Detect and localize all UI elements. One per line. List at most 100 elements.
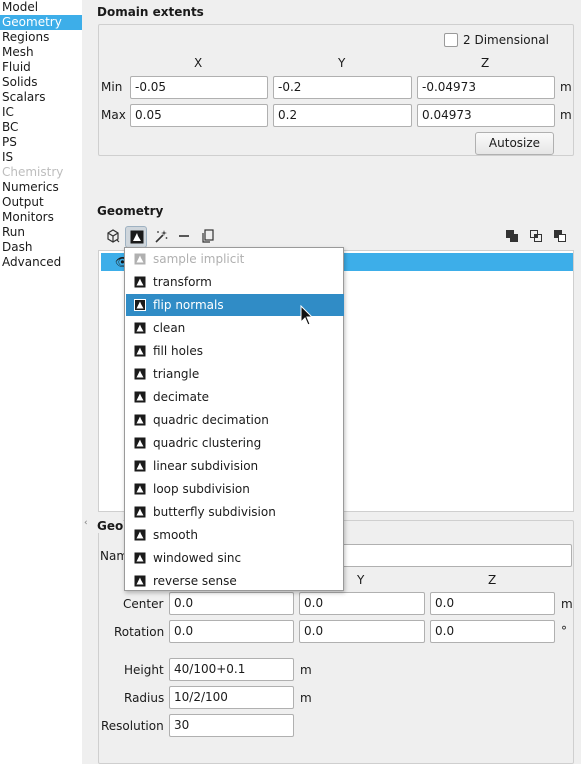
filter-icon xyxy=(134,437,146,449)
wand-button[interactable] xyxy=(150,226,172,248)
nav-item-fluid[interactable]: Fluid xyxy=(0,60,82,75)
menu-item-label: quadric clustering xyxy=(153,436,262,450)
menu-item-quadric-decimation[interactable]: quadric decimation xyxy=(126,409,344,431)
two-dimensional-checkbox[interactable] xyxy=(444,33,458,47)
min-x-field[interactable]: -0.05 xyxy=(130,76,268,99)
rotation-y-field[interactable]: 0.0 xyxy=(299,620,425,643)
center-x-field[interactable]: 0.0 xyxy=(169,592,294,615)
max-label: Max xyxy=(101,108,126,122)
nav-item-numerics[interactable]: Numerics xyxy=(0,180,82,195)
filter-icon xyxy=(134,322,146,334)
rotation-x-field[interactable]: 0.0 xyxy=(169,620,294,643)
union-button[interactable] xyxy=(501,226,523,248)
nav-item-dash[interactable]: Dash xyxy=(0,240,82,255)
menu-item-reverse-sense[interactable]: reverse sense xyxy=(126,570,344,592)
nav-item-monitors[interactable]: Monitors xyxy=(0,210,82,225)
center-z-field[interactable]: 0.0 xyxy=(430,592,555,615)
resolution-label: Resolution xyxy=(101,719,164,733)
menu-item-label: fill holes xyxy=(153,344,203,358)
max-x-field[interactable]: 0.05 xyxy=(130,104,268,127)
column-x-label: X xyxy=(194,56,203,70)
menu-item-label: decimate xyxy=(153,390,210,404)
filter-icon xyxy=(130,230,144,244)
nav-item-output[interactable]: Output xyxy=(0,195,82,210)
menu-item-fill-holes[interactable]: fill holes xyxy=(126,340,344,362)
filter-icon xyxy=(134,552,146,564)
column-z-label: Z xyxy=(481,56,490,70)
min-z-field[interactable]: -0.04973 xyxy=(417,76,555,99)
resolution-field[interactable]: 30 xyxy=(169,714,294,737)
center-unit: m xyxy=(561,597,573,611)
intersect-button[interactable] xyxy=(525,226,547,248)
height-unit: m xyxy=(300,663,312,677)
union-icon xyxy=(506,230,518,242)
menu-item-label: transform xyxy=(153,275,212,289)
center-y-field[interactable]: 0.0 xyxy=(299,592,425,615)
radius-label: Radius xyxy=(124,691,165,705)
min-y-field[interactable]: -0.2 xyxy=(273,76,412,99)
column-y-label: Y xyxy=(338,56,346,70)
nav-item-regions[interactable]: Regions xyxy=(0,30,82,45)
nav-item-ic[interactable]: IC xyxy=(0,105,82,120)
remove-icon xyxy=(179,235,189,237)
nav-item-scalars[interactable]: Scalars xyxy=(0,90,82,105)
menu-item-sample-implicit: sample implicit xyxy=(126,248,344,270)
nav-item-ps[interactable]: PS xyxy=(0,135,82,150)
menu-item-loop-subdivision[interactable]: loop subdivision xyxy=(126,478,344,500)
filter-icon xyxy=(134,299,146,311)
filter-button[interactable] xyxy=(125,226,147,248)
nav-item-chemistry: Chemistry xyxy=(2,165,64,179)
menu-item-triangle[interactable]: triangle xyxy=(126,363,344,385)
autosize-button[interactable]: Autosize xyxy=(475,132,554,155)
filter-icon xyxy=(134,253,146,265)
intersect-icon xyxy=(530,230,542,242)
nav-item-advanced[interactable]: Advanced xyxy=(0,255,82,270)
menu-item-label: windowed sinc xyxy=(153,551,242,565)
filter-icon xyxy=(134,368,146,380)
menu-item-quadric-clustering[interactable]: quadric clustering xyxy=(126,432,344,454)
filter-icon xyxy=(134,575,146,587)
nav-item-geometry[interactable]: Geometry xyxy=(0,15,82,30)
nav-item-is[interactable]: IS xyxy=(0,150,82,165)
geometry-params-title: Geo xyxy=(97,519,124,533)
menu-item-butterfly-subdivision[interactable]: butterfly subdivision xyxy=(126,501,344,523)
nav-item-run[interactable]: Run xyxy=(0,225,82,240)
copy-icon xyxy=(202,229,214,243)
max-z-field[interactable]: 0.04973 xyxy=(417,104,555,127)
menu-item-transform[interactable]: transform xyxy=(126,271,344,293)
menu-item-label: flip normals xyxy=(153,298,224,312)
filter-icon xyxy=(134,460,146,472)
menu-item-linear-subdivision[interactable]: linear subdivision xyxy=(126,455,344,477)
nav-item-mesh[interactable]: Mesh xyxy=(0,45,82,60)
nav-item-bc[interactable]: BC xyxy=(0,120,82,135)
remove-button[interactable] xyxy=(173,226,195,248)
splitter[interactable] xyxy=(82,0,92,764)
filter-icon xyxy=(134,483,146,495)
menu-item-label: sample implicit xyxy=(153,252,245,266)
nav-item-model[interactable]: Model xyxy=(0,0,82,15)
menu-item-label: smooth xyxy=(153,528,198,542)
menu-item-label: loop subdivision xyxy=(153,482,250,496)
menu-item-decimate[interactable]: decimate xyxy=(126,386,344,408)
two-dimensional-label: 2 Dimensional xyxy=(463,33,549,47)
splitter-handle-icon[interactable]: ‹ xyxy=(84,518,88,528)
menu-item-smooth[interactable]: smooth xyxy=(126,524,344,546)
radius-field[interactable]: 10/2/100 xyxy=(169,686,294,709)
copy-button[interactable] xyxy=(197,226,219,248)
add-geometry-button[interactable] xyxy=(102,226,124,248)
center-label: Center xyxy=(123,597,164,611)
difference-button[interactable] xyxy=(549,226,571,248)
menu-item-windowed-sinc[interactable]: windowed sinc xyxy=(126,547,344,569)
nav-item-solids[interactable]: Solids xyxy=(0,75,82,90)
min-label: Min xyxy=(101,80,123,94)
menu-item-label: linear subdivision xyxy=(153,459,259,473)
params-column-z-label: Z xyxy=(488,573,497,587)
difference-icon xyxy=(554,230,566,242)
rotation-z-field[interactable]: 0.0 xyxy=(430,620,555,643)
height-label: Height xyxy=(124,663,164,677)
height-field[interactable]: 40/100+0.1 xyxy=(169,658,294,681)
menu-item-label: butterfly subdivision xyxy=(153,505,276,519)
menu-item-label: clean xyxy=(153,321,186,335)
max-y-field[interactable]: 0.2 xyxy=(273,104,412,127)
menu-item-label: quadric decimation xyxy=(153,413,269,427)
